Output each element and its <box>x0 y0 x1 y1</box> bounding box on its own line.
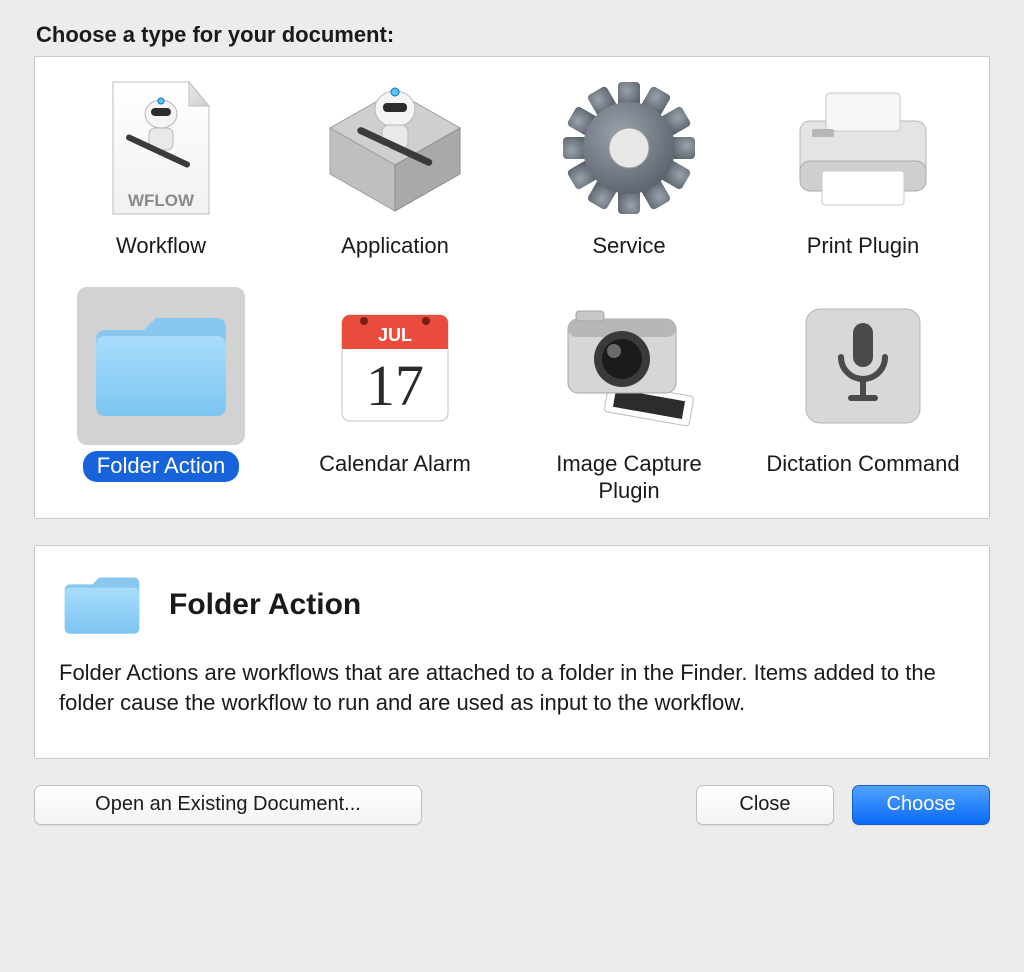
close-button[interactable]: Close <box>696 785 834 825</box>
type-label: Dictation Command <box>766 451 959 477</box>
description-body: Folder Actions are workflows that are at… <box>59 658 965 717</box>
type-label: Image Capture Plugin <box>529 451 729 504</box>
folder-icon <box>59 570 145 640</box>
type-item-calendar-alarm[interactable]: JUL 17 Calendar Alarm <box>283 287 507 504</box>
type-item-application[interactable]: Application <box>283 69 507 259</box>
image-capture-icon <box>545 287 713 445</box>
folder-action-icon <box>77 287 245 445</box>
type-item-service[interactable]: Service <box>517 69 741 259</box>
type-grid-panel: WFLOW Workflow <box>34 56 990 519</box>
svg-text:JUL: JUL <box>378 325 412 345</box>
service-icon <box>545 69 713 227</box>
dialog-button-row: Open an Existing Document... Close Choos… <box>34 785 990 825</box>
description-panel: Folder Action Folder Actions are workflo… <box>34 545 990 758</box>
type-item-image-capture[interactable]: Image Capture Plugin <box>517 287 741 504</box>
type-label: Calendar Alarm <box>319 451 471 477</box>
type-label: Application <box>341 233 449 259</box>
type-grid: WFLOW Workflow <box>49 69 975 504</box>
calendar-alarm-icon: JUL 17 <box>311 287 479 445</box>
dialog-heading: Choose a type for your document: <box>36 22 990 48</box>
dictation-icon <box>779 287 947 445</box>
type-label: Print Plugin <box>807 233 920 259</box>
type-item-workflow[interactable]: WFLOW Workflow <box>49 69 273 259</box>
type-label: Folder Action <box>83 451 239 481</box>
description-title: Folder Action <box>169 588 361 622</box>
workflow-icon: WFLOW <box>77 69 245 227</box>
open-existing-document-button[interactable]: Open an Existing Document... <box>34 785 422 825</box>
print-plugin-icon <box>779 69 947 227</box>
choose-button[interactable]: Choose <box>852 785 990 825</box>
type-label: Service <box>592 233 665 259</box>
svg-text:17: 17 <box>366 353 424 418</box>
svg-text:WFLOW: WFLOW <box>128 191 195 210</box>
application-icon <box>311 69 479 227</box>
type-item-folder-action[interactable]: Folder Action <box>49 287 273 504</box>
type-label: Workflow <box>116 233 206 259</box>
type-item-dictation[interactable]: Dictation Command <box>751 287 975 504</box>
type-item-print-plugin[interactable]: Print Plugin <box>751 69 975 259</box>
